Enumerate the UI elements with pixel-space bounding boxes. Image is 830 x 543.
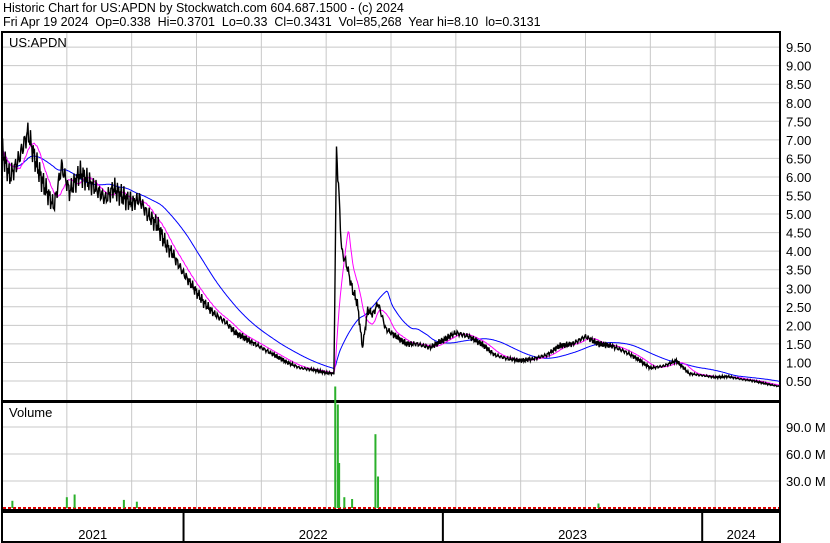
volume-bar [334,386,337,508]
y-tick-label: 4.50 [786,226,811,241]
volume-bar [73,494,76,508]
y-tick-label: 6.50 [786,151,811,166]
volume-bar [597,503,600,508]
y-tick-label: 5.50 [786,189,811,204]
volume-tick-label: 90.0 M [786,420,826,435]
volume-bar [374,434,377,508]
x-tick-label: 2023 [558,527,587,542]
stock-chart: US:APDN Volume 0.50 1.00 1.50 2.00 2.50 3.00 3… [1,31,826,543]
y-tick-label: 5.00 [786,207,811,222]
y-tick-label: 1.50 [786,337,811,352]
volume-tick-label: 30.0 M [786,474,826,489]
volume-bar [135,501,138,508]
y-tick-label: 2.50 [786,300,811,315]
volume-bar [338,463,341,508]
volume-bar [343,497,346,508]
x-axis [1,511,781,543]
y-tick-label: 6.00 [786,170,811,185]
symbol-label: US:APDN [9,35,67,50]
volume-label: Volume [9,405,52,420]
volume-bar [377,476,380,508]
y-tick-label: 4.00 [786,244,811,259]
y-tick-label: 2.00 [786,318,811,333]
x-tick-label: 2021 [78,527,107,542]
y-tick-label: 8.50 [786,77,811,92]
y-tick-label: 8.00 [786,96,811,111]
y-tick-label: 3.50 [786,263,811,278]
y-tick-label: 0.50 [786,374,811,389]
volume-bar [122,499,125,508]
volume-bar [65,497,68,508]
y-tick-label: 3.00 [786,281,811,296]
y-tick-label: 7.00 [786,133,811,148]
x-tick-label: 2024 [727,527,756,542]
volume-bar [351,499,354,508]
y-tick-label: 1.00 [786,355,811,370]
y-tick-label: 7.50 [786,114,811,129]
volume-tick-label: 60.0 M [786,447,826,462]
x-tick-label: 2022 [299,527,328,542]
y-tick-label: 9.50 [786,40,811,55]
volume-bar [11,500,14,508]
y-tick-label: 9.00 [786,59,811,74]
